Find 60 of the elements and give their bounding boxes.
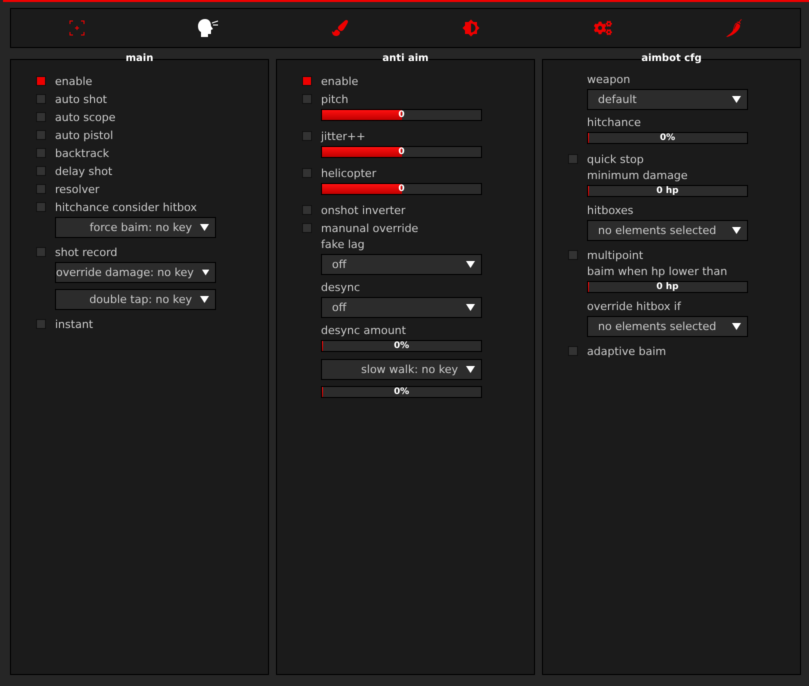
- checkbox[interactable]: shot record: [36, 243, 258, 261]
- field-label: hitchance: [587, 115, 642, 131]
- checkbox[interactable]: quick stop: [568, 150, 790, 168]
- field-label: hitboxes: [587, 203, 634, 219]
- caret-icon: [200, 296, 209, 303]
- checkbox[interactable]: enable: [302, 72, 524, 90]
- checkbox[interactable]: pitch: [302, 90, 524, 108]
- checkbox[interactable]: auto scope: [36, 108, 258, 126]
- keybind-dropdown[interactable]: slow walk: no key: [321, 359, 482, 380]
- caret-icon: [732, 96, 741, 103]
- checkbox[interactable]: helicopter: [302, 164, 524, 182]
- field-label: weapon: [587, 72, 632, 88]
- checkbox[interactable]: resolver: [36, 180, 258, 198]
- field-label: desync amount: [321, 323, 407, 339]
- panel-title: aimbot cfg: [640, 53, 703, 65]
- checkbox[interactable]: manunal override: [302, 219, 524, 237]
- head-icon: [197, 18, 220, 38]
- checkbox[interactable]: enable: [36, 72, 258, 90]
- slider[interactable]: 0%: [321, 386, 482, 398]
- keybind-dropdown[interactable]: double tap: no key: [55, 289, 216, 310]
- crosshair-icon: [68, 20, 85, 36]
- contrast-icon: [462, 19, 480, 37]
- caret-icon: [200, 224, 209, 231]
- dropdown[interactable]: no elements selected: [587, 220, 748, 241]
- pepper-icon: [724, 18, 744, 38]
- slider[interactable]: 0%: [321, 340, 482, 352]
- field-label: override hitbox if: [587, 299, 682, 315]
- checkbox[interactable]: hitchance consider hitbox: [36, 198, 258, 216]
- panel-title: anti aim: [381, 53, 430, 65]
- caret-icon: [202, 269, 209, 276]
- field-label: baim when hp lower than: [587, 264, 728, 280]
- dropdown[interactable]: off: [321, 297, 482, 318]
- field-label: minimum damage: [587, 168, 689, 184]
- caret-icon: [732, 323, 741, 330]
- checkbox[interactable]: auto shot: [36, 90, 258, 108]
- slider[interactable]: 0%: [587, 132, 748, 144]
- slider[interactable]: 0 hp: [587, 185, 748, 197]
- dropdown[interactable]: no elements selected: [587, 316, 748, 337]
- keybind-dropdown[interactable]: override damage: no key: [55, 262, 216, 283]
- checkbox[interactable]: delay shot: [36, 162, 258, 180]
- field-label: fake lag: [321, 237, 366, 253]
- field-label: desync: [321, 280, 362, 296]
- caret-icon: [732, 227, 741, 234]
- caret-icon: [466, 261, 475, 268]
- checkbox[interactable]: backtrack: [36, 144, 258, 162]
- checkbox[interactable]: onshot inverter: [302, 201, 524, 219]
- checkbox[interactable]: jitter++: [302, 127, 524, 145]
- panel-title: main: [124, 53, 154, 65]
- brush-icon: [332, 20, 348, 36]
- slider[interactable]: 0 hp: [587, 281, 748, 293]
- checkbox[interactable]: adaptive baim: [568, 342, 790, 360]
- checkbox[interactable]: auto pistol: [36, 126, 258, 144]
- checkbox[interactable]: instant: [36, 315, 258, 333]
- caret-icon: [466, 304, 475, 311]
- checkbox[interactable]: multipoint: [568, 246, 790, 264]
- caret-icon: [466, 366, 475, 373]
- dropdown[interactable]: off: [321, 254, 482, 275]
- gears-icon: [594, 19, 612, 37]
- keybind-dropdown[interactable]: force baim: no key: [55, 217, 216, 238]
- dropdown[interactable]: default: [587, 89, 748, 110]
